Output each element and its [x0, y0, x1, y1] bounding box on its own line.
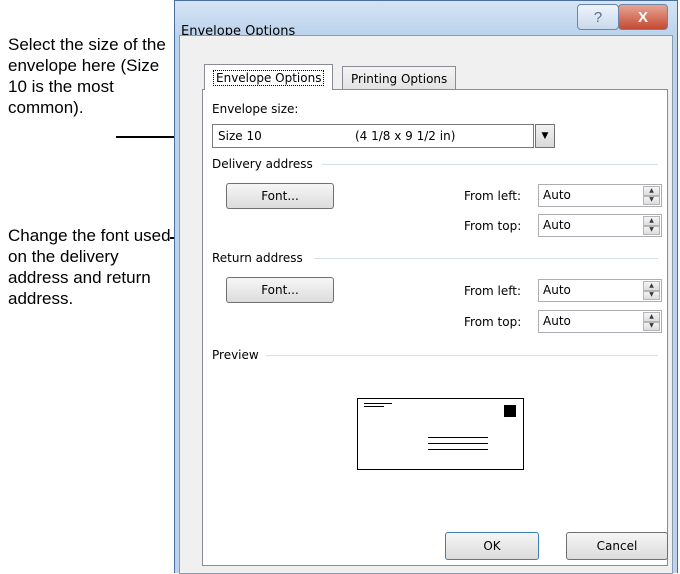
- help-icon: ?: [593, 8, 603, 26]
- cancel-button-label: Cancel: [596, 539, 638, 553]
- preview-divider: [266, 355, 658, 356]
- return-from-left-label: From left:: [464, 284, 522, 298]
- spin-down-icon[interactable]: ▼: [643, 321, 660, 331]
- tab-printing-options-label: Printing Options: [351, 71, 448, 86]
- envelope-size-label: Envelope size:: [212, 102, 299, 116]
- envelope-size-dropdown-button[interactable]: ▼: [535, 124, 555, 148]
- return-from-top-spinner[interactable]: ▲ ▼: [643, 312, 660, 331]
- return-from-top-label: From top:: [464, 315, 522, 329]
- return-from-left-value: Auto: [543, 283, 571, 297]
- font-annotation: Change the font used on the delivery add…: [8, 226, 171, 308]
- tab-envelope-options[interactable]: Envelope Options: [204, 64, 334, 90]
- delivery-from-left-value: Auto: [543, 188, 571, 202]
- return-address-line: [364, 406, 384, 407]
- cancel-button[interactable]: Cancel: [566, 532, 668, 560]
- delivery-font-button-label: Font...: [261, 189, 299, 203]
- envelope-size-selected-dimensions: (4 1/8 x 9 1/2 in): [355, 129, 456, 143]
- envelope-size-annotation: Select the size of the envelope here (Si…: [8, 35, 166, 117]
- return-address-divider: [314, 258, 658, 259]
- envelope-preview: [357, 398, 524, 470]
- return-from-left-spinner[interactable]: ▲ ▼: [643, 281, 660, 300]
- tab-printing-options[interactable]: Printing Options: [342, 66, 457, 90]
- delivery-address-group-label: Delivery address: [212, 157, 313, 171]
- return-address-line: [364, 403, 392, 404]
- ok-button-label: OK: [483, 539, 501, 553]
- return-font-button-label: Font...: [261, 283, 299, 297]
- delivery-from-left-field[interactable]: Auto ▲ ▼: [538, 184, 662, 207]
- spin-down-icon[interactable]: ▼: [643, 290, 660, 300]
- close-button[interactable]: X: [618, 4, 668, 30]
- return-from-left-field[interactable]: Auto ▲ ▼: [538, 279, 662, 302]
- spin-up-icon[interactable]: ▲: [643, 281, 660, 291]
- spin-down-icon[interactable]: ▼: [643, 225, 660, 235]
- delivery-address-line: [428, 437, 488, 438]
- delivery-from-top-field[interactable]: Auto ▲ ▼: [538, 214, 662, 237]
- envelope-size-selected-name: Size 10: [218, 129, 262, 143]
- stamp-icon: [504, 405, 516, 417]
- close-icon: X: [637, 8, 648, 26]
- delivery-from-top-value: Auto: [543, 218, 571, 232]
- delivery-from-left-spinner[interactable]: ▲ ▼: [643, 186, 660, 205]
- spin-down-icon[interactable]: ▼: [643, 195, 660, 205]
- return-from-top-field[interactable]: Auto ▲ ▼: [538, 310, 662, 333]
- delivery-address-divider: [322, 164, 658, 165]
- spin-up-icon[interactable]: ▲: [643, 312, 660, 322]
- tab-envelope-options-label: Envelope Options: [213, 69, 325, 86]
- delivery-address-line: [428, 449, 488, 450]
- help-button[interactable]: ?: [577, 4, 619, 30]
- return-address-group-label: Return address: [212, 251, 303, 265]
- spin-up-icon[interactable]: ▲: [643, 186, 660, 196]
- delivery-from-top-spinner[interactable]: ▲ ▼: [643, 216, 660, 235]
- delivery-font-button[interactable]: Font...: [226, 183, 334, 209]
- return-font-button[interactable]: Font...: [226, 277, 334, 303]
- envelope-size-select[interactable]: Size 10 (4 1/8 x 9 1/2 in): [212, 124, 534, 148]
- delivery-from-left-label: From left:: [464, 189, 522, 203]
- title-bar[interactable]: Envelope Options ? X: [175, 1, 677, 39]
- ok-button[interactable]: OK: [445, 532, 539, 560]
- spin-up-icon[interactable]: ▲: [643, 216, 660, 226]
- chevron-down-icon: ▼: [541, 131, 549, 141]
- return-from-top-value: Auto: [543, 314, 571, 328]
- delivery-from-top-label: From top:: [464, 219, 522, 233]
- delivery-address-line: [428, 443, 488, 444]
- preview-group-label: Preview: [212, 348, 259, 362]
